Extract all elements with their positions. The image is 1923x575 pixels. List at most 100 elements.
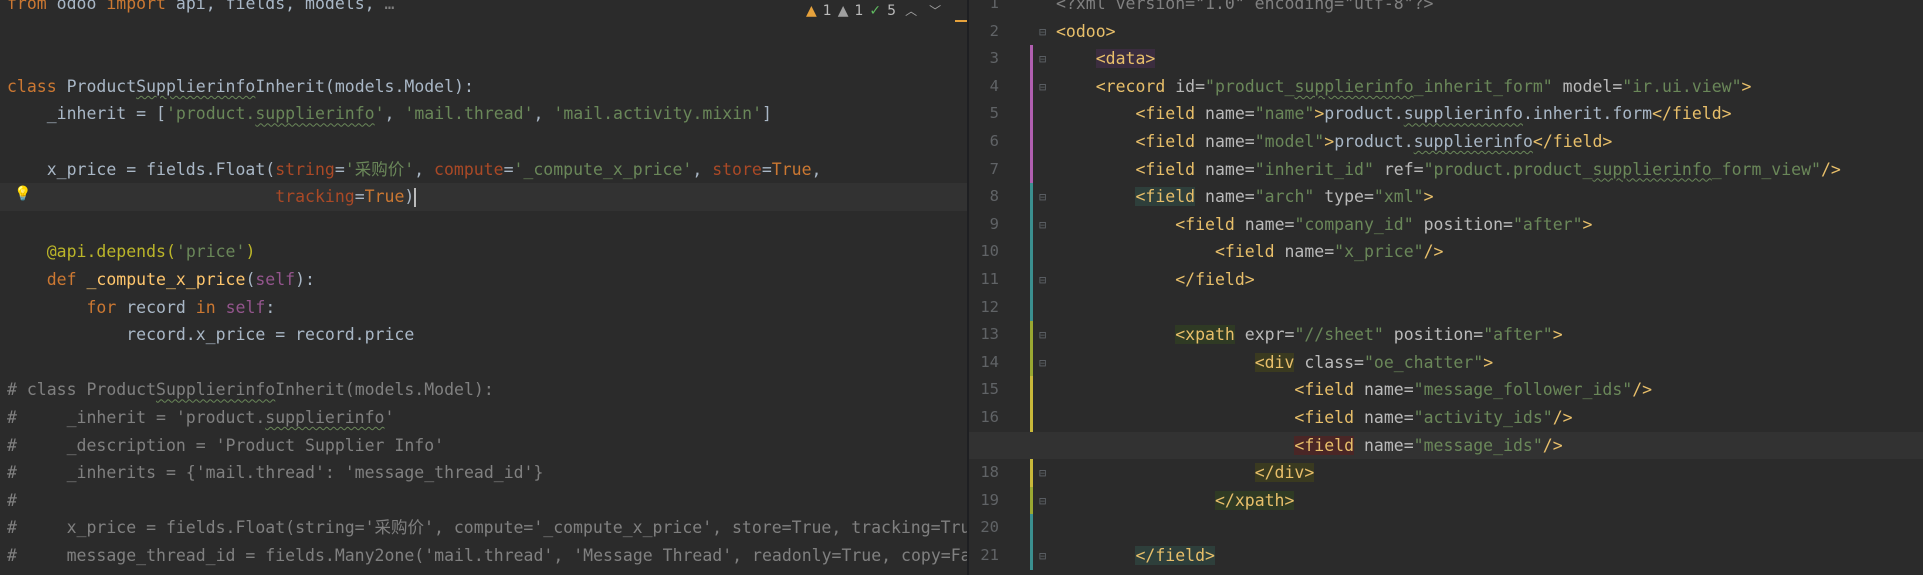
code-line[interactable]: <field name="activity_ids"/> [969,404,1923,432]
code-line[interactable]: </div> [969,459,1923,487]
code-token: # class Product [7,380,157,400]
code-line[interactable]: # _inherits = {'mail.thread': 'message_t… [0,459,967,487]
intention-bulb-icon[interactable]: 💡 [14,186,31,202]
code-line[interactable]: <div class="oe_chatter"> [969,349,1923,377]
code-line[interactable] [0,211,967,239]
warning-triangle-icon: ▲ [806,3,817,19]
chevron-up-icon[interactable]: ︿ [902,0,920,22]
typos-count: 5 [887,3,897,19]
fold-toggle-icon[interactable]: ⊟ [1039,25,1046,39]
code-token: "activity_ids" [1413,408,1553,427]
code-line[interactable]: <field name="inherit_id" ref="product.pr… [969,156,1923,184]
fold-toggle-icon[interactable]: ⊟ [1039,494,1046,508]
code-token: supplierinfo [265,408,385,427]
code-line[interactable] [0,349,967,377]
code-token: /> [1552,408,1573,427]
code-line[interactable]: # message_thread_id = fields.Many2one('m… [0,542,967,570]
code-line[interactable]: <odoo> [969,18,1923,46]
code-line[interactable]: <?xml version="1.0" encoding="utf-8"?> [969,0,1923,18]
fold-toggle-icon[interactable]: ⊟ [1039,549,1046,563]
python-editor-pane[interactable]: from odoo import api, fields, models, … c… [0,0,967,575]
fold-toggle-icon[interactable]: ⊟ [1039,218,1046,232]
code-line[interactable]: <field name="message_ids"/> [969,431,1923,460]
code-line[interactable]: # x_price = fields.Float(string='采购价', c… [0,514,967,542]
code-line[interactable] [0,45,967,73]
code-line[interactable]: <field name="x_price"/> [969,238,1923,266]
code-line[interactable]: @api.depends('price') [0,238,967,266]
scrollbar-warning-mark[interactable] [955,20,967,22]
code-token: <xpath [1175,325,1235,345]
code-token: import [106,0,166,13]
code-token: </field> [1652,104,1732,124]
code-token: product. [1334,132,1414,151]
code-line[interactable]: # _inherit = 'product.supplierinfo' [0,404,967,432]
code-token: "product.product_ [1423,159,1593,179]
code-line[interactable]: <data> [969,45,1923,73]
code-token: supplierinfo [1592,159,1712,179]
code-token: name= [1284,242,1335,262]
fold-toggle-icon[interactable]: ⊟ [1039,466,1046,480]
text-cursor [414,188,417,208]
typo-check-icon: ✓ [869,3,882,19]
code-token: # _inherits = {'mail.thread': 'message_t… [7,463,544,483]
code-text: # _inherit = 'product.supplierinfo' [7,404,394,432]
code-line[interactable]: class ProductSupplierinfoInherit(models.… [0,73,967,101]
code-line[interactable]: # [0,487,967,515]
xml-editor-pane[interactable]: 12345678910111213141516171819202122<?xml… [969,0,1923,575]
code-token: "inherit_id" [1254,159,1374,179]
code-token: > [1324,132,1335,151]
code-line[interactable]: # class ProductSupplierinfoInherit(model… [0,376,967,404]
code-token: class [7,76,57,96]
weak-warnings-count: 1 [854,3,864,19]
chevron-down-icon[interactable]: ﹀ [926,0,944,22]
code-token: <field [1135,104,1206,124]
code-token: in [195,297,226,317]
code-token: > [1741,76,1752,96]
fold-toggle-icon[interactable]: ⊟ [1039,273,1046,287]
code-token: "name" [1254,104,1315,124]
code-token: # x_price = fields.Float(string='采购价', c… [7,518,967,538]
fold-toggle-icon[interactable]: ⊟ [1039,190,1046,204]
code-token: # _inherit = 'product. [7,408,266,427]
code-token: x_price = fields.Float( [7,159,276,179]
code-line[interactable]: <field name="company_id" position="after… [969,211,1923,239]
code-line[interactable]: _inherit = ['product.supplierinfo', 'mai… [0,100,967,128]
fold-toggle-icon[interactable]: ⊟ [1039,356,1046,370]
code-token: '采购价' [344,159,415,179]
code-line[interactable]: record.x_price = record.price [0,321,967,349]
code-line[interactable]: <record id="product_supplierinfo_inherit… [969,73,1923,101]
code-line[interactable]: # _description = 'Product Supplier Info' [0,432,967,460]
fold-toggle-icon[interactable]: ⊟ [1039,328,1046,342]
inspections-widget[interactable]: ▲ 1 ▲ 1 ✓ 5 ︿ ﹀ [802,0,949,22]
fold-toggle-icon[interactable]: ⊟ [1039,52,1046,66]
code-token: record.x_price = record.price [7,325,415,345]
code-line[interactable]: def _compute_x_price(self): [0,266,967,294]
code-line[interactable] [969,294,1923,322]
code-line[interactable]: </record> [969,570,1923,575]
code-line[interactable]: <field name="model">product.supplierinfo… [969,128,1923,156]
code-token: odoo [46,0,107,13]
code-line[interactable]: </field> [969,542,1923,570]
code-line[interactable]: <xpath expr="//sheet" position="after"> [969,321,1923,349]
code-line[interactable]: <field name="arch" type="xml"> [969,183,1923,211]
code-line[interactable]: </field> [969,266,1923,294]
code-line[interactable]: <field name="message_follower_ids"/> [969,376,1923,404]
code-token: <field [1294,435,1355,455]
code-token: supplierinfo [1294,76,1414,96]
code-line[interactable]: tracking=True) [0,183,967,211]
code-line[interactable]: for record in self: [0,294,967,322]
code-line[interactable] [969,514,1923,542]
code-line[interactable]: x_price = fields.Float(string='采购价', com… [0,156,967,184]
code-text: # x_price = fields.Float(string='采购价', c… [7,514,967,542]
code-token: = [334,159,345,179]
warnings-count: 1 [822,3,832,19]
code-line[interactable] [0,128,967,156]
code-line[interactable]: </xpath> [969,487,1923,515]
code-token: /> [1820,159,1841,179]
code-line[interactable]: <field name="name">product.supplierinfo.… [969,100,1923,128]
code-text: <field name="x_price"/> [1056,238,1444,266]
fold-toggle-icon[interactable]: ⊟ [1039,80,1046,94]
